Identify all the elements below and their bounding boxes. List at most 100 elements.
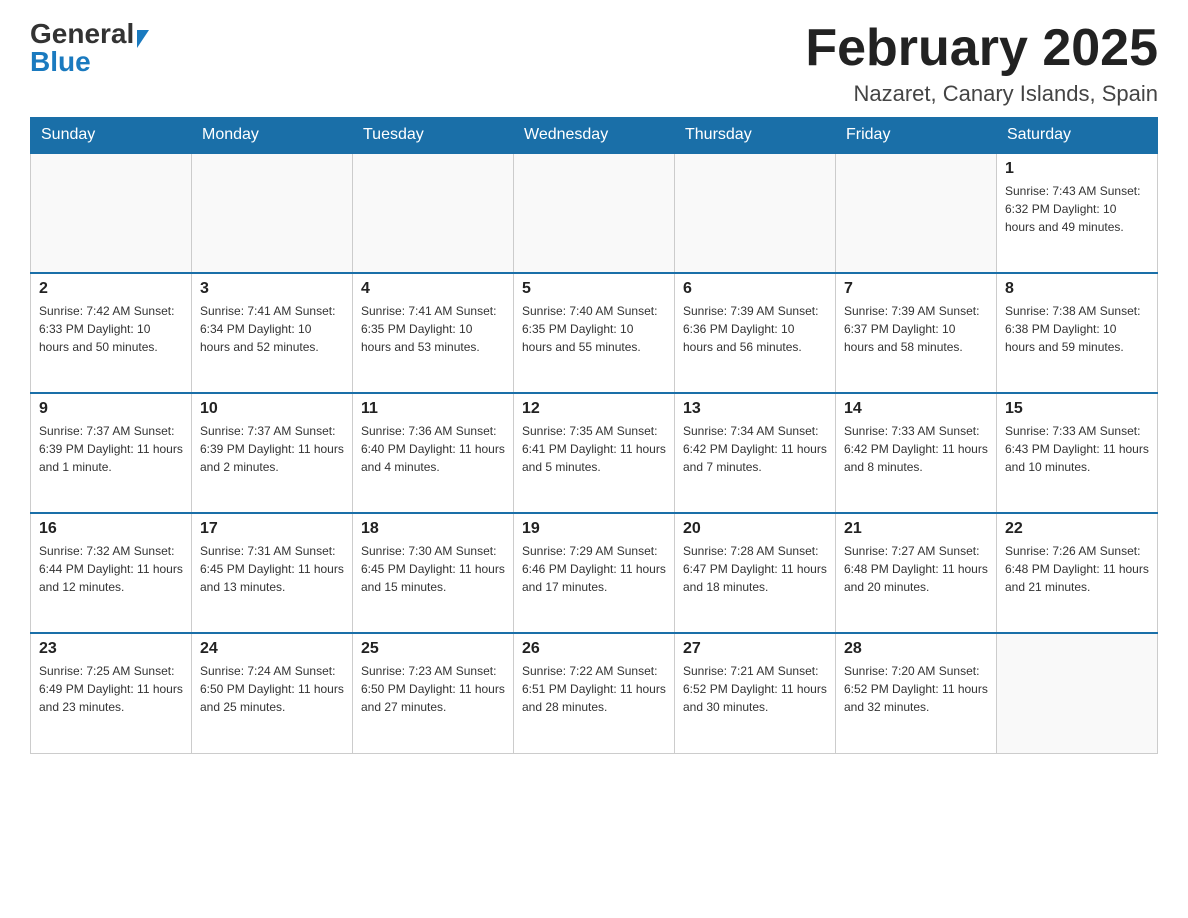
location-subtitle: Nazaret, Canary Islands, Spain bbox=[805, 81, 1158, 107]
weekday-header-row: SundayMondayTuesdayWednesdayThursdayFrid… bbox=[31, 118, 1158, 154]
calendar-cell: 11Sunrise: 7:36 AM Sunset: 6:40 PM Dayli… bbox=[353, 393, 514, 513]
day-info: Sunrise: 7:32 AM Sunset: 6:44 PM Dayligh… bbox=[39, 542, 183, 596]
calendar-cell bbox=[353, 153, 514, 273]
day-number: 20 bbox=[683, 520, 827, 538]
day-number: 2 bbox=[39, 280, 183, 298]
day-number: 4 bbox=[361, 280, 505, 298]
day-info: Sunrise: 7:22 AM Sunset: 6:51 PM Dayligh… bbox=[522, 662, 666, 716]
weekday-header-sunday: Sunday bbox=[31, 118, 192, 154]
weekday-header-thursday: Thursday bbox=[675, 118, 836, 154]
calendar-cell: 4 Sunrise: 7:41 AM Sunset: 6:35 PM Daylig… bbox=[353, 273, 514, 393]
day-number: 11 bbox=[361, 400, 505, 418]
day-number: 21 bbox=[844, 520, 988, 538]
day-number: 17 bbox=[200, 520, 344, 538]
calendar-cell: 26Sunrise: 7:22 AM Sunset: 6:51 PM Dayli… bbox=[514, 633, 675, 753]
calendar-cell: 15 Sunrise: 7:33 AM Sunset: 6:43 PM Dayli… bbox=[997, 393, 1158, 513]
day-info: Sunrise: 7:25 AM Sunset: 6:49 PM Dayligh… bbox=[39, 662, 183, 716]
day-number: 28 bbox=[844, 640, 988, 658]
day-info: Sunrise: 7:33 AM Sunset: 6:43 PM Dayligh… bbox=[1005, 422, 1149, 476]
day-number: 5 bbox=[522, 280, 666, 298]
day-info: Sunrise: 7:41 AM Sunset: 6:35 PM Dayligh… bbox=[361, 302, 505, 356]
calendar-cell: 12 Sunrise: 7:35 AM Sunset: 6:41 PM Dayli… bbox=[514, 393, 675, 513]
calendar-cell: 22 Sunrise: 7:26 AM Sunset: 6:48 PM Dayli… bbox=[997, 513, 1158, 633]
calendar-cell bbox=[997, 633, 1158, 753]
day-info: Sunrise: 7:38 AM Sunset: 6:38 PM Dayligh… bbox=[1005, 302, 1149, 356]
day-info: Sunrise: 7:39 AM Sunset: 6:37 PM Dayligh… bbox=[844, 302, 988, 356]
week-row-5: 23 Sunrise: 7:25 AM Sunset: 6:49 PM Dayli… bbox=[31, 633, 1158, 753]
day-number: 22 bbox=[1005, 520, 1149, 538]
day-number: 15 bbox=[1005, 400, 1149, 418]
calendar-cell: 6 Sunrise: 7:39 AM Sunset: 6:36 PM Daylig… bbox=[675, 273, 836, 393]
month-title: February 2025 bbox=[805, 20, 1158, 77]
calendar-cell: 21 Sunrise: 7:27 AM Sunset: 6:48 PM Dayli… bbox=[836, 513, 997, 633]
day-info: Sunrise: 7:40 AM Sunset: 6:35 PM Dayligh… bbox=[522, 302, 666, 356]
week-row-1: 1 Sunrise: 7:43 AM Sunset: 6:32 PM Daylig… bbox=[31, 153, 1158, 273]
logo: General Blue bbox=[30, 20, 149, 76]
logo-general-line: General bbox=[30, 20, 149, 48]
day-number: 24 bbox=[200, 640, 344, 658]
calendar-cell: 5 Sunrise: 7:40 AM Sunset: 6:35 PM Daylig… bbox=[514, 273, 675, 393]
calendar-cell: 9 Sunrise: 7:37 AM Sunset: 6:39 PM Daylig… bbox=[31, 393, 192, 513]
day-info: Sunrise: 7:39 AM Sunset: 6:36 PM Dayligh… bbox=[683, 302, 827, 356]
calendar-cell: 2 Sunrise: 7:42 AM Sunset: 6:33 PM Daylig… bbox=[31, 273, 192, 393]
calendar-cell: 25Sunrise: 7:23 AM Sunset: 6:50 PM Dayli… bbox=[353, 633, 514, 753]
calendar-cell: 8 Sunrise: 7:38 AM Sunset: 6:38 PM Daylig… bbox=[997, 273, 1158, 393]
weekday-header-wednesday: Wednesday bbox=[514, 118, 675, 154]
day-number: 12 bbox=[522, 400, 666, 418]
day-number: 19 bbox=[522, 520, 666, 538]
calendar-cell: 24 Sunrise: 7:24 AM Sunset: 6:50 PM Dayli… bbox=[192, 633, 353, 753]
day-info: Sunrise: 7:33 AM Sunset: 6:42 PM Dayligh… bbox=[844, 422, 988, 476]
weekday-header-friday: Friday bbox=[836, 118, 997, 154]
day-info: Sunrise: 7:30 AM Sunset: 6:45 PM Dayligh… bbox=[361, 542, 505, 596]
day-number: 9 bbox=[39, 400, 183, 418]
day-number: 7 bbox=[844, 280, 988, 298]
day-info: Sunrise: 7:29 AM Sunset: 6:46 PM Dayligh… bbox=[522, 542, 666, 596]
day-info: Sunrise: 7:37 AM Sunset: 6:39 PM Dayligh… bbox=[200, 422, 344, 476]
week-row-2: 2 Sunrise: 7:42 AM Sunset: 6:33 PM Daylig… bbox=[31, 273, 1158, 393]
day-info: Sunrise: 7:27 AM Sunset: 6:48 PM Dayligh… bbox=[844, 542, 988, 596]
day-info: Sunrise: 7:28 AM Sunset: 6:47 PM Dayligh… bbox=[683, 542, 827, 596]
calendar-cell: 17Sunrise: 7:31 AM Sunset: 6:45 PM Dayli… bbox=[192, 513, 353, 633]
calendar-cell: 3 Sunrise: 7:41 AM Sunset: 6:34 PM Daylig… bbox=[192, 273, 353, 393]
day-info: Sunrise: 7:24 AM Sunset: 6:50 PM Dayligh… bbox=[200, 662, 344, 716]
day-number: 13 bbox=[683, 400, 827, 418]
calendar-cell: 18 Sunrise: 7:30 AM Sunset: 6:45 PM Dayli… bbox=[353, 513, 514, 633]
day-number: 10 bbox=[200, 400, 344, 418]
day-number: 3 bbox=[200, 280, 344, 298]
calendar-cell: 27Sunrise: 7:21 AM Sunset: 6:52 PM Dayli… bbox=[675, 633, 836, 753]
title-block: February 2025 Nazaret, Canary Islands, S… bbox=[805, 20, 1158, 107]
calendar-cell: 14Sunrise: 7:33 AM Sunset: 6:42 PM Dayli… bbox=[836, 393, 997, 513]
day-info: Sunrise: 7:42 AM Sunset: 6:33 PM Dayligh… bbox=[39, 302, 183, 356]
day-info: Sunrise: 7:41 AM Sunset: 6:34 PM Dayligh… bbox=[200, 302, 344, 356]
day-number: 23 bbox=[39, 640, 183, 658]
weekday-header-monday: Monday bbox=[192, 118, 353, 154]
calendar-cell: 13Sunrise: 7:34 AM Sunset: 6:42 PM Dayli… bbox=[675, 393, 836, 513]
weekday-header-tuesday: Tuesday bbox=[353, 118, 514, 154]
day-number: 1 bbox=[1005, 160, 1149, 178]
logo-triangle-icon bbox=[137, 30, 149, 48]
day-number: 16 bbox=[39, 520, 183, 538]
day-info: Sunrise: 7:43 AM Sunset: 6:32 PM Dayligh… bbox=[1005, 182, 1149, 236]
calendar-table: SundayMondayTuesdayWednesdayThursdayFrid… bbox=[30, 117, 1158, 754]
day-info: Sunrise: 7:26 AM Sunset: 6:48 PM Dayligh… bbox=[1005, 542, 1149, 596]
calendar-cell: 1 Sunrise: 7:43 AM Sunset: 6:32 PM Daylig… bbox=[997, 153, 1158, 273]
day-number: 25 bbox=[361, 640, 505, 658]
day-number: 8 bbox=[1005, 280, 1149, 298]
week-row-4: 16 Sunrise: 7:32 AM Sunset: 6:44 PM Dayli… bbox=[31, 513, 1158, 633]
logo-blue-text: Blue bbox=[30, 46, 91, 77]
day-info: Sunrise: 7:35 AM Sunset: 6:41 PM Dayligh… bbox=[522, 422, 666, 476]
weekday-header-saturday: Saturday bbox=[997, 118, 1158, 154]
calendar-cell bbox=[514, 153, 675, 273]
calendar-cell bbox=[192, 153, 353, 273]
calendar-cell: 28Sunrise: 7:20 AM Sunset: 6:52 PM Dayli… bbox=[836, 633, 997, 753]
calendar-cell bbox=[836, 153, 997, 273]
day-number: 27 bbox=[683, 640, 827, 658]
calendar-cell: 16 Sunrise: 7:32 AM Sunset: 6:44 PM Dayli… bbox=[31, 513, 192, 633]
calendar-cell: 7 Sunrise: 7:39 AM Sunset: 6:37 PM Daylig… bbox=[836, 273, 997, 393]
calendar-cell: 19 Sunrise: 7:29 AM Sunset: 6:46 PM Dayli… bbox=[514, 513, 675, 633]
day-number: 6 bbox=[683, 280, 827, 298]
calendar-cell: 23 Sunrise: 7:25 AM Sunset: 6:49 PM Dayli… bbox=[31, 633, 192, 753]
calendar-cell bbox=[31, 153, 192, 273]
day-number: 18 bbox=[361, 520, 505, 538]
day-info: Sunrise: 7:37 AM Sunset: 6:39 PM Dayligh… bbox=[39, 422, 183, 476]
